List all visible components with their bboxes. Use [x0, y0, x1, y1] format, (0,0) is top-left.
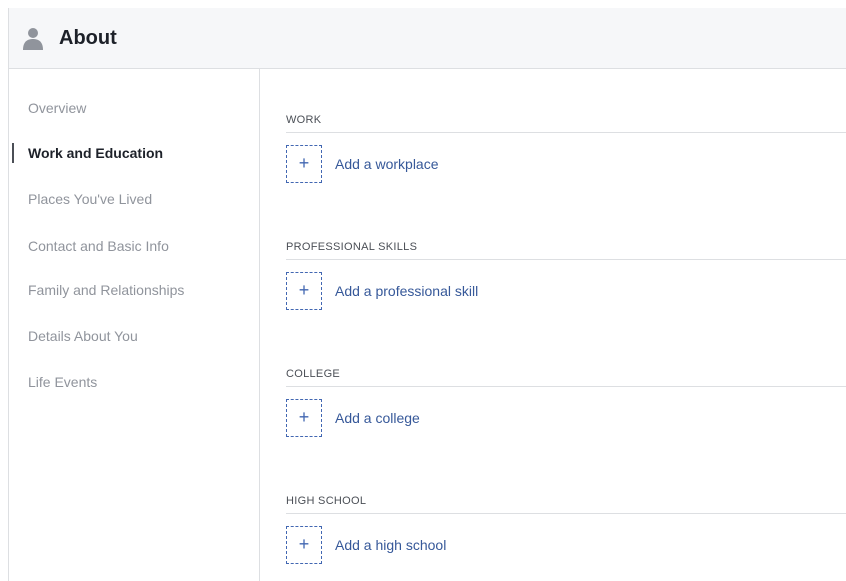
section-title: COLLEGE — [286, 367, 846, 387]
plus-icon[interactable]: + — [286, 272, 322, 310]
add-college-button[interactable]: + Add a college — [286, 399, 846, 439]
page-title: About — [59, 27, 117, 49]
plus-icon[interactable]: + — [286, 145, 322, 183]
work-education-content: WORK + Add a workplace PROFESSIONAL SKIL… — [260, 69, 846, 581]
section-title: WORK — [286, 113, 846, 133]
sidebar-item-contact-info[interactable]: Contact and Basic Info — [9, 231, 259, 261]
add-professional-skill-button[interactable]: + Add a professional skill — [286, 272, 846, 312]
add-high-school-link[interactable]: Add a high school — [335, 536, 446, 554]
sidebar-item-overview[interactable]: Overview — [9, 93, 259, 123]
work-section: WORK + Add a workplace — [286, 113, 846, 185]
add-professional-skill-link[interactable]: Add a professional skill — [335, 282, 478, 300]
add-college-link[interactable]: Add a college — [335, 409, 420, 427]
sidebar-item-life-events[interactable]: Life Events — [9, 367, 259, 397]
add-workplace-button[interactable]: + Add a workplace — [286, 145, 846, 185]
section-title: PROFESSIONAL SKILLS — [286, 240, 846, 260]
add-workplace-link[interactable]: Add a workplace — [335, 155, 439, 173]
person-icon — [21, 26, 45, 50]
sidebar-item-places-lived[interactable]: Places You've Lived — [9, 184, 259, 214]
plus-icon[interactable]: + — [286, 399, 322, 437]
add-high-school-button[interactable]: + Add a high school — [286, 526, 846, 566]
high-school-section: HIGH SCHOOL + Add a high school — [286, 494, 846, 566]
about-panel: About Overview Work and Education Places… — [8, 8, 846, 581]
college-section: COLLEGE + Add a college — [286, 367, 846, 439]
sidebar-item-family-relationships[interactable]: Family and Relationships — [9, 275, 259, 305]
sidebar-item-work-and-education[interactable]: Work and Education — [9, 138, 259, 168]
plus-icon[interactable]: + — [286, 526, 322, 564]
about-header: About — [9, 8, 846, 69]
section-title: HIGH SCHOOL — [286, 494, 846, 514]
about-sidebar: Overview Work and Education Places You'v… — [9, 69, 260, 581]
sidebar-item-details-about-you[interactable]: Details About You — [9, 321, 259, 351]
professional-skills-section: PROFESSIONAL SKILLS + Add a professional… — [286, 240, 846, 312]
